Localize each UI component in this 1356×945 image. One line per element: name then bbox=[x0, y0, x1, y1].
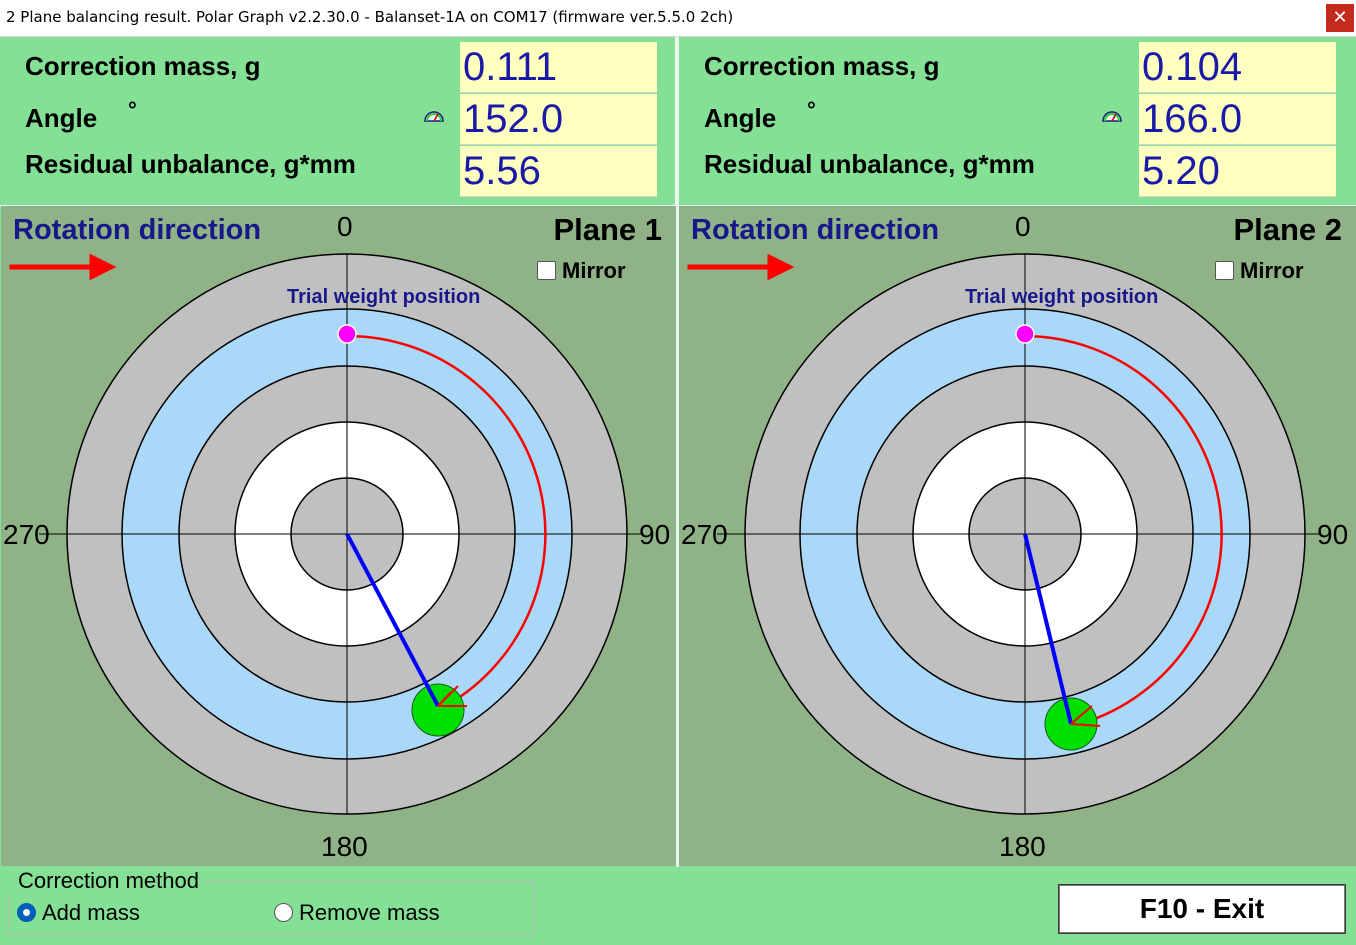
residual-unbalance-value-box: 5.20 bbox=[1139, 146, 1336, 197]
correction-mass-label: Correction mass, g bbox=[25, 51, 261, 81]
mirror-label: Mirror bbox=[562, 258, 626, 283]
residual-unbalance-value-box: 5.56 bbox=[460, 146, 657, 197]
plane-2-polar-chart: Rotation direction Plane 2 Mirror 0 90 1… bbox=[679, 206, 1356, 866]
arrow-right-icon bbox=[9, 253, 117, 281]
correction-mass-label: Correction mass, g bbox=[704, 51, 940, 81]
checkbox-box[interactable] bbox=[1215, 261, 1234, 280]
plane-1-polar-chart: Rotation direction Plane 1 Mirror 0 90 1… bbox=[1, 206, 676, 866]
correction-mass-value-box: 0.104 bbox=[1139, 42, 1336, 93]
angle-value: 166.0 bbox=[1142, 97, 1243, 141]
arrow-right-icon bbox=[687, 253, 795, 281]
mirror-label: Mirror bbox=[1240, 258, 1304, 283]
radio-button[interactable] bbox=[17, 903, 36, 922]
trial-weight-marker bbox=[337, 324, 357, 344]
axis-label-180: 180 bbox=[321, 831, 368, 862]
residual-unbalance-value: 5.20 bbox=[1142, 149, 1220, 193]
correction-weight-marker bbox=[411, 683, 465, 737]
mirror-checkbox[interactable]: Mirror bbox=[537, 258, 626, 284]
mirror-checkbox[interactable]: Mirror bbox=[1215, 258, 1304, 284]
correction-mass-value: 0.111 bbox=[463, 45, 558, 89]
remove-mass-label: Remove mass bbox=[299, 900, 440, 925]
title-bar: 2 Plane balancing result. Polar Graph v2… bbox=[0, 0, 1356, 37]
correction-mass-value: 0.104 bbox=[1142, 45, 1243, 89]
close-icon: ✕ bbox=[1332, 7, 1348, 28]
angle-value-box: 152.0 bbox=[460, 94, 657, 145]
axis-label-90: 90 bbox=[639, 519, 671, 550]
angle-label: Angle bbox=[704, 103, 777, 133]
degree-symbol: ° bbox=[128, 97, 137, 122]
degree-symbol: ° bbox=[807, 97, 816, 122]
exit-button[interactable]: F10 - Exit bbox=[1058, 884, 1346, 934]
axis-label-0: 0 bbox=[1015, 211, 1031, 242]
checkbox-box[interactable] bbox=[537, 261, 556, 280]
window-title: 2 Plane balancing result. Polar Graph v2… bbox=[6, 8, 734, 26]
plane-title: Plane 2 bbox=[1233, 212, 1342, 247]
gauge-icon[interactable] bbox=[1101, 109, 1123, 123]
residual-unbalance-label: Residual unbalance, g*mm bbox=[704, 149, 1035, 179]
plane-title: Plane 1 bbox=[553, 212, 662, 247]
radio-button[interactable] bbox=[274, 903, 293, 922]
add-mass-radio[interactable]: Add mass bbox=[17, 900, 140, 926]
correction-method-legend: Correction method bbox=[8, 868, 205, 894]
residual-unbalance-value: 5.56 bbox=[463, 149, 541, 193]
plane-2-values-panel: Correction mass, g Angle ° Residual unba… bbox=[679, 37, 1356, 205]
residual-unbalance-label: Residual unbalance, g*mm bbox=[25, 149, 356, 179]
trial-weight-label: Trial weight position bbox=[287, 286, 481, 308]
axis-label-270: 270 bbox=[3, 519, 50, 550]
gauge-icon[interactable] bbox=[423, 109, 445, 123]
remove-mass-radio[interactable]: Remove mass bbox=[274, 900, 440, 926]
angle-value-box: 166.0 bbox=[1139, 94, 1336, 145]
axis-label-90: 90 bbox=[1317, 519, 1349, 550]
trial-weight-label: Trial weight position bbox=[965, 286, 1159, 308]
trial-weight-marker bbox=[1015, 324, 1035, 344]
axis-label-0: 0 bbox=[337, 211, 353, 242]
axis-label-270: 270 bbox=[681, 519, 728, 550]
rotation-direction-label: Rotation direction bbox=[13, 214, 262, 246]
close-button[interactable]: ✕ bbox=[1326, 4, 1354, 32]
axis-label-180: 180 bbox=[999, 831, 1046, 862]
angle-label: Angle bbox=[25, 103, 98, 133]
angle-value: 152.0 bbox=[463, 97, 564, 141]
rotation-direction-label: Rotation direction bbox=[691, 214, 940, 246]
plane-1-values-panel: Correction mass, g Angle ° Residual unba… bbox=[0, 37, 677, 205]
correction-mass-value-box: 0.111 bbox=[460, 42, 657, 93]
add-mass-label: Add mass bbox=[42, 900, 140, 925]
